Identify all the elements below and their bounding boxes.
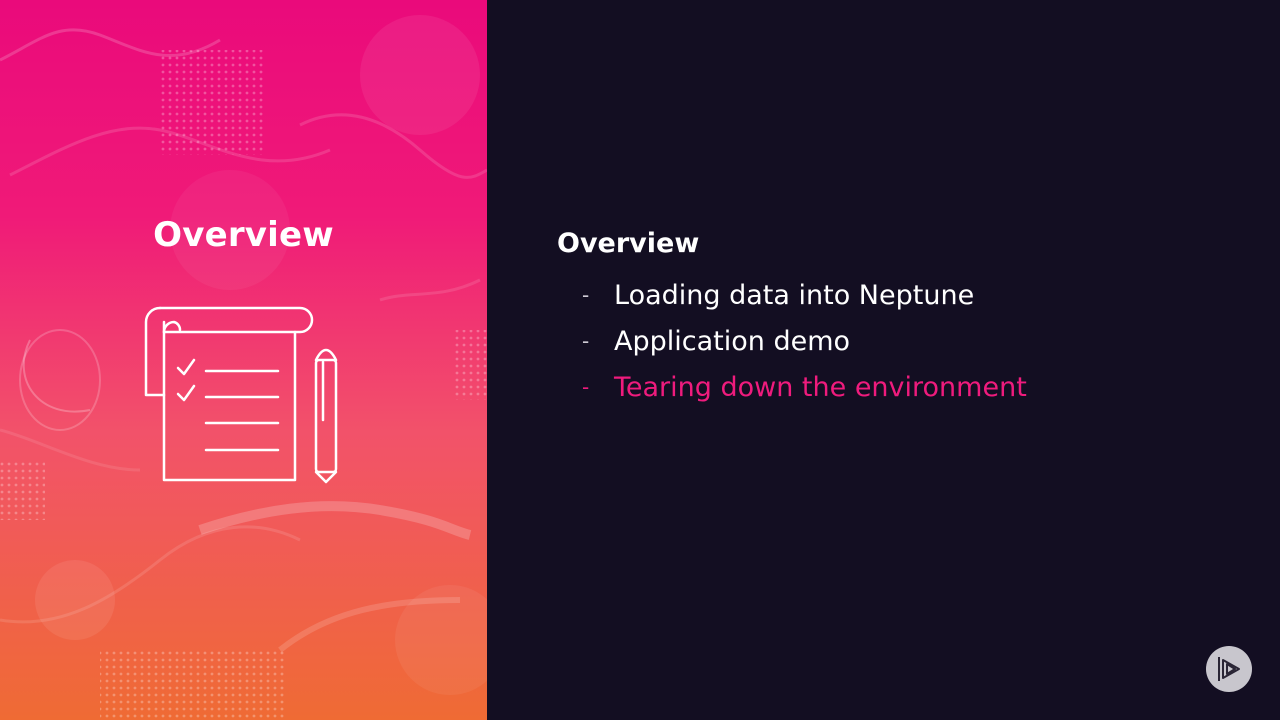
outline-item: - Application demo [580, 318, 1027, 364]
outline-item-label: Application demo [614, 325, 851, 357]
section-title: Overview [153, 215, 334, 255]
title-panel: Overview [0, 0, 487, 720]
outline-item-current: - Tearing down the environment [580, 364, 1027, 410]
outline-item: - Loading data into Neptune [580, 272, 1027, 318]
slide: Overview Overview - Loading data into Ne… [0, 0, 1280, 720]
bullet-dash: - [582, 283, 590, 307]
outline-list: - Loading data into Neptune - Applicatio… [580, 272, 1027, 410]
outline-item-label: Loading data into Neptune [614, 279, 975, 311]
outline-item-label: Tearing down the environment [614, 371, 1027, 403]
bullet-dash: - [582, 375, 590, 399]
checklist-notepad-pen-icon [144, 306, 338, 484]
bullet-dash: - [582, 329, 590, 353]
play-logo-icon [1206, 646, 1252, 692]
outline-heading: Overview [557, 228, 700, 259]
